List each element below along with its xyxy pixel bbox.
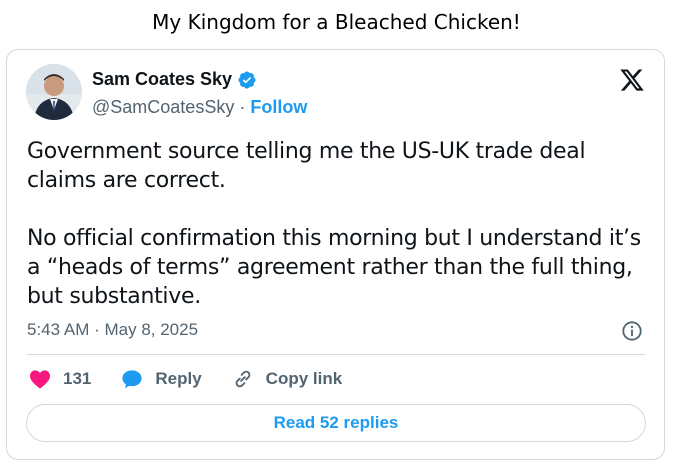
tweet-card: Sam Coates Sky @SamCoatesSky · Follow Go… — [6, 49, 665, 460]
x-logo-icon[interactable] — [619, 67, 645, 93]
avatar[interactable] — [26, 64, 82, 120]
author-name-text: Sam Coates Sky — [92, 69, 233, 89]
verified-badge-icon — [238, 70, 256, 89]
like-button[interactable]: 131 — [29, 369, 91, 389]
tweet-text: Government source telling me the US-UK t… — [27, 139, 641, 309]
separator-dot: · — [234, 97, 251, 117]
action-bar: 131 Reply Copy link — [29, 368, 372, 390]
follow-button[interactable]: Follow — [250, 97, 307, 117]
timestamp[interactable]: 5:43 AM · May 8, 2025 — [27, 320, 198, 340]
handle-row: @SamCoatesSky · Follow — [92, 97, 307, 118]
link-icon — [235, 370, 251, 388]
read-replies-button[interactable]: Read 52 replies — [26, 404, 646, 442]
author-handle[interactable]: @SamCoatesSky — [92, 97, 234, 117]
avatar-photo — [26, 64, 82, 120]
info-icon[interactable] — [621, 320, 643, 342]
heart-icon — [30, 370, 50, 389]
copy-link-label: Copy link — [265, 369, 343, 388]
reply-label: Reply — [155, 369, 202, 388]
divider — [27, 354, 645, 355]
page-title: My Kingdom for a Bleached Chicken! — [152, 10, 521, 34]
like-count: 131 — [63, 369, 92, 388]
copy-link-button[interactable]: Copy link — [232, 368, 343, 390]
reply-bubble-icon — [122, 370, 142, 389]
reply-button[interactable]: Reply — [121, 369, 202, 389]
author-name[interactable]: Sam Coates Sky — [92, 69, 257, 90]
